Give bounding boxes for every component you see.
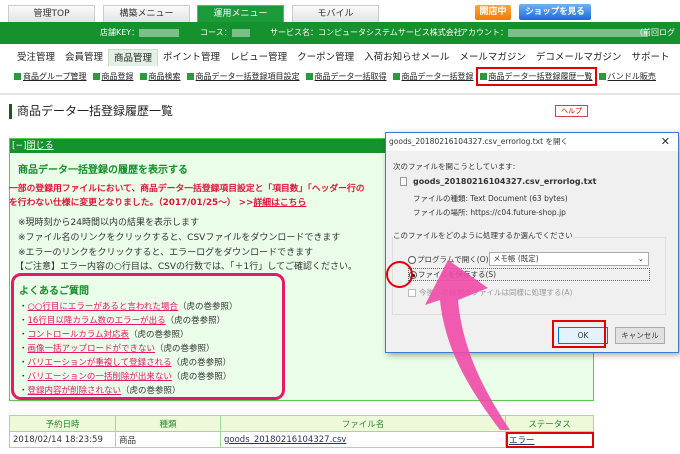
arrow-icon (425, 260, 510, 430)
pointer-arrow (425, 260, 510, 430)
